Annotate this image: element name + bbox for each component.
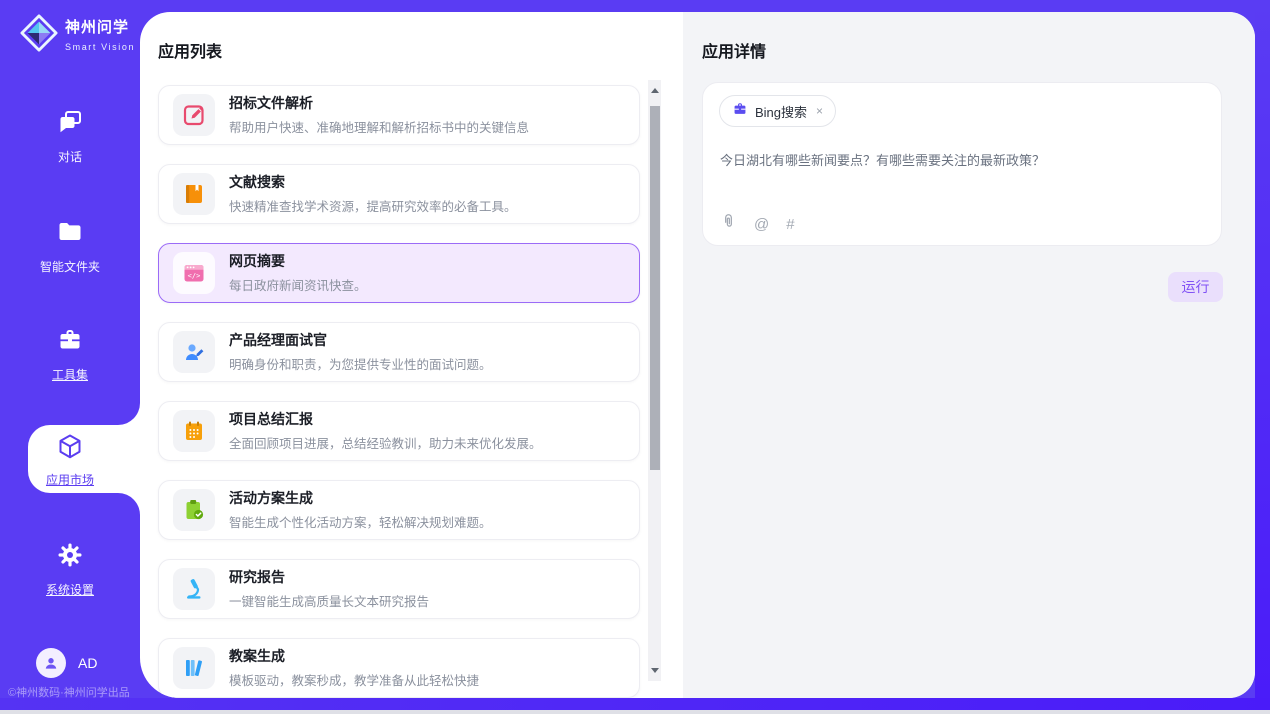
active-pill-corner-top — [118, 403, 140, 425]
sidebar-item-toolset[interactable]: 工具集 — [3, 326, 137, 383]
main-panel: 应用列表 招标文件解析 帮助用户快速、准确地理解和解析招标书中的关键信息 — [140, 12, 1255, 698]
list-scrollbar[interactable] — [648, 80, 661, 681]
user-name: AD — [78, 655, 97, 671]
tool-tag-label: Bing搜索 — [755, 102, 807, 121]
close-icon[interactable]: × — [816, 104, 823, 118]
toolbox-icon — [56, 326, 84, 359]
sidebar: 神州问学 Smart Vision 对话 智能文件夹 工具集 — [0, 0, 140, 710]
query-input[interactable]: 今日湖北有哪些新闻要点？有哪些需要关注的最新政策？ — [720, 151, 1200, 170]
microscope-icon — [173, 568, 215, 610]
user-account[interactable]: AD — [36, 648, 97, 678]
briefcase-icon — [732, 101, 748, 122]
brand-name: 神州问学 — [65, 19, 129, 36]
book-icon — [173, 173, 215, 215]
app-card-pm-interviewer[interactable]: 产品经理面试官 明确身份和职责，为您提供专业性的面试问题。 — [158, 322, 640, 382]
sidebar-item-settings[interactable]: 系统设置 — [3, 541, 137, 598]
chat-icon — [56, 108, 84, 141]
run-button[interactable]: 运行 — [1168, 272, 1223, 302]
scroll-down-icon[interactable] — [648, 664, 661, 677]
attachment-toolbar: @ # — [720, 213, 795, 235]
frame-right-edge — [1255, 0, 1270, 710]
cube-icon — [55, 432, 85, 467]
app-desc: 模板驱动，教案秒成，教学准备从此轻松快捷 — [229, 670, 479, 689]
app-card-project-summary[interactable]: 项目总结汇报 全面回顾项目进展，总结经验教训，助力未来优化发展。 — [158, 401, 640, 461]
app-desc: 每日政府新闻资讯快查。 — [229, 275, 367, 294]
avatar — [36, 648, 66, 678]
app-name: 网页摘要 — [229, 253, 367, 270]
app-name: 文献搜索 — [229, 174, 517, 191]
app-desc: 快速精准查找学术资源，提高研究效率的必备工具。 — [229, 196, 517, 215]
app-card-event-plan[interactable]: 活动方案生成 智能生成个性化活动方案，轻松解决规划难题。 — [158, 480, 640, 540]
sidebar-item-label: 应用市场 — [28, 471, 112, 488]
page-bottom-edge — [0, 710, 1270, 714]
app-card-literature-search[interactable]: 文献搜索 快速精准查找学术资源，提高研究效率的必备工具。 — [158, 164, 640, 224]
app-name: 研究报告 — [229, 569, 429, 586]
app-name: 活动方案生成 — [229, 490, 492, 507]
app-name: 教案生成 — [229, 648, 479, 665]
folder-icon — [56, 218, 84, 251]
sidebar-item-label: 智能文件夹 — [3, 258, 137, 275]
sidebar-item-chat[interactable]: 对话 — [3, 108, 137, 165]
gear-icon — [56, 541, 84, 574]
app-root: { "brand": { "name": "神州问学", "subtitle":… — [0, 0, 1270, 714]
app-desc: 全面回顾项目进展，总结经验教训，助力未来优化发展。 — [229, 433, 542, 452]
brand-diamond-icon — [20, 14, 58, 57]
prompt-card: Bing搜索 × 今日湖北有哪些新闻要点？有哪些需要关注的最新政策？ @ # — [702, 82, 1222, 246]
app-desc: 一键智能生成高质量长文本研究报告 — [229, 591, 429, 610]
paperclip-icon[interactable] — [720, 213, 737, 235]
app-name: 招标文件解析 — [229, 95, 529, 112]
brand-logo: 神州问学 Smart Vision — [20, 14, 135, 57]
scrollbar-thumb[interactable] — [650, 106, 660, 470]
sidebar-item-app-market[interactable]: 应用市场 — [28, 432, 112, 488]
mention-icon[interactable]: @ — [754, 216, 769, 233]
app-desc: 帮助用户快速、准确地理解和解析招标书中的关键信息 — [229, 117, 529, 136]
sidebar-item-smart-folder[interactable]: 智能文件夹 — [3, 218, 137, 275]
app-desc: 明确身份和职责，为您提供专业性的面试问题。 — [229, 354, 492, 373]
app-name: 产品经理面试官 — [229, 332, 492, 349]
active-pill-corner-bottom — [118, 493, 140, 515]
app-list-title: 应用列表 — [158, 38, 222, 62]
app-name: 项目总结汇报 — [229, 411, 542, 428]
svg-text:</>: </> — [188, 272, 201, 280]
edit-square-icon — [173, 94, 215, 136]
copyright-text: ©神州数码·神州问学出品 — [8, 684, 140, 700]
app-card-lesson-plan[interactable]: 教案生成 模板驱动，教案秒成，教学准备从此轻松快捷 — [158, 638, 640, 698]
sidebar-item-label: 系统设置 — [3, 581, 137, 598]
sidebar-item-label: 工具集 — [3, 366, 137, 383]
app-card-webpage-summary[interactable]: </> 网页摘要 每日政府新闻资讯快查。 — [158, 243, 640, 303]
app-card-research-report[interactable]: 研究报告 一键智能生成高质量长文本研究报告 — [158, 559, 640, 619]
interviewer-icon — [173, 331, 215, 373]
scroll-up-icon[interactable] — [648, 84, 661, 97]
app-detail-title: 应用详情 — [702, 38, 766, 62]
brand-subtitle: Smart Vision — [65, 42, 135, 52]
frame-bottom-strip — [0, 698, 1270, 710]
sidebar-item-label: 对话 — [3, 148, 137, 165]
books-icon — [173, 647, 215, 689]
app-detail-panel: 应用详情 Bing搜索 × 今日湖北有哪些新闻要点？有哪些需要关注的最新政策？ — [683, 12, 1255, 698]
clipboard-check-icon — [173, 489, 215, 531]
app-desc: 智能生成个性化活动方案，轻松解决规划难题。 — [229, 512, 492, 531]
webpage-code-icon: </> — [173, 252, 215, 294]
app-list: 招标文件解析 帮助用户快速、准确地理解和解析招标书中的关键信息 文献搜索 快速精… — [158, 85, 640, 698]
app-card-bid-parse[interactable]: 招标文件解析 帮助用户快速、准确地理解和解析招标书中的关键信息 — [158, 85, 640, 145]
hash-icon[interactable]: # — [786, 216, 794, 233]
notepad-icon — [173, 410, 215, 452]
tool-tag-bing-search[interactable]: Bing搜索 × — [719, 95, 836, 127]
